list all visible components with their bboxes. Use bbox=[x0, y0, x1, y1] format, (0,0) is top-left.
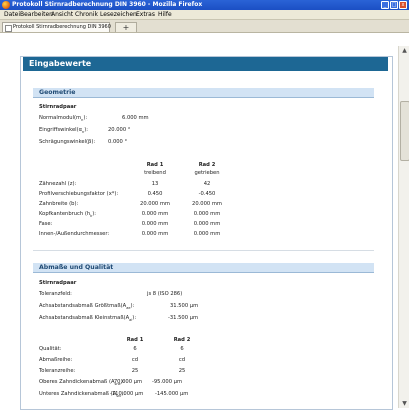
row-label: Zahnbreite (b): bbox=[39, 201, 79, 207]
tab-bar: Protokoll Stirnradberechnung DIN 3960 + bbox=[0, 20, 409, 33]
row-value-rad1: 6 bbox=[133, 346, 137, 352]
schraegungswinkel-label: Schrägungswinkel(β): bbox=[39, 139, 96, 145]
row-value-rad1: 25 bbox=[131, 368, 139, 374]
row-label: Profilverschiebungsfaktor (x*): bbox=[39, 191, 119, 197]
normalmodul-value: 6.000 mm bbox=[122, 115, 149, 121]
groesstmass-value: 31.500 µm bbox=[170, 303, 199, 309]
row-value-rad2: -145.000 µm bbox=[155, 391, 189, 397]
kleinstmass-value: -31.500 µm bbox=[168, 315, 199, 321]
firefox-icon bbox=[2, 1, 10, 9]
row-value-rad2: cd bbox=[178, 357, 186, 363]
tab-protokoll[interactable]: Protokoll Stirnradberechnung DIN 3960 bbox=[2, 22, 111, 32]
row-value-rad2: 0.000 mm bbox=[193, 221, 221, 227]
row-value-rad1: 0.450 bbox=[147, 191, 163, 197]
scroll-down-icon[interactable]: ▼ bbox=[400, 399, 409, 408]
column-rad1-role: treibend bbox=[144, 170, 166, 176]
row-value-rad1: -110.000 µm bbox=[110, 391, 144, 397]
window-controls: _ □ x bbox=[381, 1, 407, 9]
section-geometrie-header: Geometrie bbox=[33, 88, 374, 98]
menu-bar: Datei Bearbeiten Ansicht Chronik Lesezei… bbox=[0, 10, 409, 20]
menu-chronik[interactable]: Chronik bbox=[75, 10, 98, 19]
row-value-rad2: 25 bbox=[178, 368, 186, 374]
row-value-rad1: 0.000 mm bbox=[141, 231, 169, 237]
column-rad2: Rad 2 bbox=[198, 162, 216, 168]
row-value-rad1: cd bbox=[131, 357, 139, 363]
tab-label: Protokoll Stirnradberechnung DIN 3960 bbox=[13, 24, 111, 30]
row-value-rad1: 20.000 mm bbox=[140, 201, 170, 207]
eingriffswinkel-label: Eingriffswinkel(αn): bbox=[39, 127, 89, 135]
column-rad1: Rad 1 bbox=[126, 337, 144, 343]
schraegungswinkel-value: 0.000 ° bbox=[108, 139, 128, 145]
menu-datei[interactable]: Datei bbox=[4, 10, 20, 19]
row-value-rad2: 42 bbox=[203, 181, 211, 187]
row-value-rad2: -95.000 µm bbox=[152, 379, 183, 385]
column-rad2-role: getrieben bbox=[194, 170, 220, 176]
section-title: Abmaße und Qualität bbox=[39, 264, 114, 271]
menu-bearbeiten[interactable]: Bearbeiten bbox=[20, 10, 53, 19]
page-title-banner: Eingabewerte bbox=[23, 57, 388, 71]
kleinstmass-label: Achsabstandsabmaß Kleinstmaß(Aai): bbox=[39, 315, 137, 323]
subheading: Stirnradpaar bbox=[39, 104, 77, 110]
new-tab-button[interactable]: + bbox=[115, 22, 137, 32]
section-divider bbox=[33, 250, 374, 251]
scrollbar-thumb[interactable] bbox=[400, 101, 409, 161]
window-title-bar: Protokoll Stirnradberechnung DIN 3960 - … bbox=[0, 0, 409, 10]
column-rad1: Rad 1 bbox=[146, 162, 164, 168]
row-value-rad2: 6 bbox=[180, 346, 184, 352]
row-value-rad2: 0.000 mm bbox=[193, 211, 221, 217]
menu-extras[interactable]: Extras bbox=[136, 10, 155, 19]
window-title: Protokoll Stirnradberechnung DIN 3960 - … bbox=[12, 1, 203, 8]
row-value-rad2: 0.000 mm bbox=[193, 231, 221, 237]
groesstmass-label: Achsabstandsabmaß Größtmaß(Aae): bbox=[39, 303, 135, 311]
row-value-rad1: 0.000 mm bbox=[141, 221, 169, 227]
row-value-rad2: -0.450 bbox=[198, 191, 216, 197]
subheading: Stirnradpaar bbox=[39, 280, 77, 286]
column-rad2: Rad 2 bbox=[173, 337, 191, 343]
row-value-rad1: 13 bbox=[151, 181, 159, 187]
vertical-scrollbar[interactable]: ▲ ▼ bbox=[398, 46, 409, 408]
row-value-rad1: 0.000 mm bbox=[141, 211, 169, 217]
page-title: Eingabewerte bbox=[29, 59, 92, 68]
toleranzfeld-label: Toleranzfeld: bbox=[39, 291, 72, 297]
maximize-button[interactable]: □ bbox=[390, 1, 398, 9]
section-title: Geometrie bbox=[39, 89, 76, 96]
close-button[interactable]: x bbox=[399, 1, 407, 9]
menu-ansicht[interactable]: Ansicht bbox=[51, 10, 73, 19]
page-icon bbox=[5, 25, 12, 32]
row-label: Innen-/Außendurchmesser: bbox=[39, 231, 110, 237]
row-label: Zähnezahl (z): bbox=[39, 181, 77, 187]
row-label: Kopfkantenbruch (hk): bbox=[39, 211, 96, 219]
menu-lesezeichen[interactable]: Lesezeichen bbox=[100, 10, 137, 19]
row-label: Fase: bbox=[39, 221, 53, 227]
minimize-button[interactable]: _ bbox=[381, 1, 389, 9]
row-value-rad2: 20.000 mm bbox=[192, 201, 222, 207]
eingriffswinkel-value: 20.000 ° bbox=[108, 127, 131, 133]
menu-hilfe[interactable]: Hilfe bbox=[158, 10, 172, 19]
toleranzfeld-value: js 8 (ISO 286) bbox=[147, 291, 183, 297]
normalmodul-label: Normalmodul(mn): bbox=[39, 115, 88, 123]
row-label: Abmaßreihe: bbox=[39, 357, 73, 363]
section-abmasse-header: Abmaße und Qualität bbox=[33, 263, 374, 273]
row-label: Qualität: bbox=[39, 346, 62, 352]
row-value-rad1: -70.000 µm bbox=[112, 379, 143, 385]
row-label: Toleranzreihe: bbox=[39, 368, 76, 374]
scroll-up-icon[interactable]: ▲ bbox=[400, 46, 409, 55]
